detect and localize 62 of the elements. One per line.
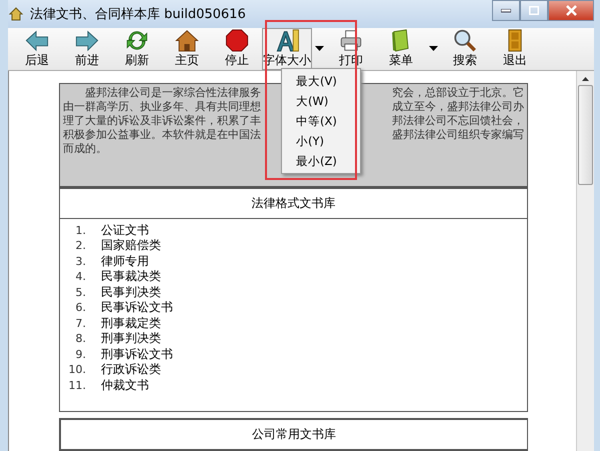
intro-text: 由一群高学历、执业多年、具有共同理想 xyxy=(63,100,261,114)
toolbar-button[interactable]: 后退 xyxy=(12,28,62,70)
list-number: 5. xyxy=(74,284,86,300)
category-link[interactable]: 行政诉讼类 xyxy=(101,362,161,378)
toolbar-button[interactable]: 退出 xyxy=(490,28,540,70)
category-link[interactable]: 刑事诉讼文书 xyxy=(101,346,173,362)
section-heading: 法律格式文书库 xyxy=(60,188,527,218)
category-link[interactable]: 国家赔偿类 xyxy=(101,238,161,254)
toolbar-button[interactable]: 刷新 xyxy=(112,28,162,70)
intro-text: 盛邦法律公司是一家综合性法律服务 xyxy=(84,86,261,100)
close-icon xyxy=(566,5,576,16)
minimize-button[interactable] xyxy=(492,0,520,21)
toolbar-button[interactable]: 搜索 xyxy=(440,28,490,70)
list-number: 10. xyxy=(68,362,86,378)
category-link[interactable]: 公证文书 xyxy=(101,222,149,238)
intro-text: 盛邦法律公司组织专家编写 xyxy=(392,128,524,142)
toolbar-button[interactable]: 主页 xyxy=(162,28,212,70)
menu-item[interactable]: 小(Y) xyxy=(282,130,360,150)
intro-text: 成立至今，盛邦法律公司办 xyxy=(392,100,524,114)
maximize-icon xyxy=(529,6,539,15)
category-link[interactable]: 刑事裁定类 xyxy=(101,316,161,331)
list-number: 2. xyxy=(74,238,86,254)
list-number: 3. xyxy=(74,254,86,269)
category-link[interactable]: 民事判决类 xyxy=(101,284,161,300)
toolbar-button[interactable]: 前进 xyxy=(62,28,112,70)
category-link[interactable]: 刑事判决类 xyxy=(101,331,161,346)
list-number: 11. xyxy=(68,378,86,393)
caret-icon xyxy=(428,46,438,51)
left-arrow-icon xyxy=(23,28,51,52)
minimize-icon xyxy=(501,8,511,12)
house-icon xyxy=(8,6,24,22)
close-button[interactable] xyxy=(548,0,594,21)
list-number: 9. xyxy=(74,346,86,362)
category-link[interactable]: 民事诉讼文书 xyxy=(101,300,173,316)
list-number: 1. xyxy=(74,222,86,238)
intro-text: 邦法律公司不忘回馈社会， xyxy=(392,114,524,128)
list-number: 7. xyxy=(74,316,86,331)
toolbar-button[interactable]: 菜单 xyxy=(376,28,426,70)
section-heading: 公司常用文书库 xyxy=(61,420,527,450)
house-icon xyxy=(173,28,201,52)
menu-item[interactable]: 大(W) xyxy=(282,90,360,110)
list-number: 8. xyxy=(74,331,86,346)
intro-text: 究会，总部设立于北京。它 xyxy=(392,86,524,100)
list-number: 4. xyxy=(74,269,86,284)
up-arrow-icon xyxy=(582,76,589,80)
caret-icon xyxy=(314,46,324,51)
list-number: 6. xyxy=(74,300,86,316)
scrollbar-thumb[interactable] xyxy=(578,84,593,184)
stop-sign-icon xyxy=(223,28,251,52)
right-arrow-icon xyxy=(73,28,101,52)
window-title: 法律文书、合同样本库 build050616 xyxy=(30,6,246,23)
menu-item[interactable]: 最小(Z) xyxy=(282,150,360,170)
scrollbar[interactable] xyxy=(576,70,594,451)
category-link[interactable]: 律师专用 xyxy=(101,254,149,269)
intro-text: 理了大量的诉讼及非诉讼案件，积累了丰 xyxy=(63,114,261,128)
category-link[interactable]: 民事裁决类 xyxy=(101,269,161,284)
intro-text: 积极参加公益事业。本软件就是在中国法 xyxy=(63,128,261,142)
toolbar-button[interactable]: 停止 xyxy=(212,28,262,70)
intro-text: 而成的。 xyxy=(63,142,107,156)
menu-item[interactable]: 中等(X) xyxy=(282,110,360,130)
menu-item[interactable]: 最大(V) xyxy=(282,70,360,90)
category-link[interactable]: 仲裁文书 xyxy=(101,378,149,393)
